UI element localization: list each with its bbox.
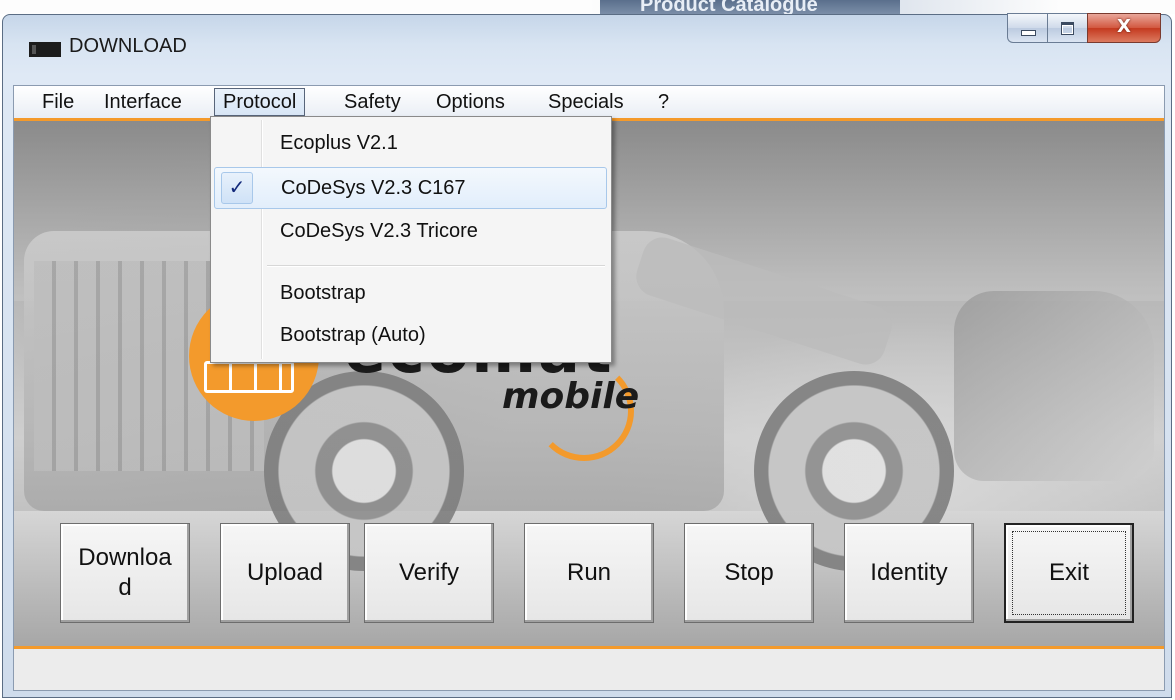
identity-button[interactable]: Identity [844,523,974,623]
verify-button-label: Verify [398,559,460,586]
logo-digits-icon [204,361,294,393]
menu-safety[interactable]: Safety [336,88,409,116]
menu-item-bootstrap[interactable]: Bootstrap [214,273,607,315]
menu-protocol[interactable]: Protocol [214,88,306,116]
close-button[interactable]: X [1087,13,1161,43]
menu-specials[interactable]: Specials [540,88,632,116]
menu-separator [267,265,605,267]
protocol-dropdown-menu: Ecoplus V2.1 ✓ CoDeSys V2.3 C167 CoDeSys… [210,116,612,363]
run-button-label: Run [566,559,612,586]
menu-item-label: CoDeSys V2.3 Tricore [280,220,478,242]
title-bar[interactable]: DOWNLOAD X [3,13,1171,81]
menu-item-label: Bootstrap [280,282,366,304]
upload-button[interactable]: Upload [220,523,350,623]
logo-mobile-text: mobile [502,376,640,417]
minimize-button[interactable] [1007,13,1047,43]
menu-file[interactable]: File [34,88,82,116]
checkmark-icon: ✓ [221,172,253,204]
menu-interface[interactable]: Interface [96,88,190,116]
run-button[interactable]: Run [524,523,654,623]
status-bar [14,646,1164,690]
menu-item-label: Ecoplus V2.1 [280,132,398,154]
exit-button[interactable]: Exit [1004,523,1134,623]
menu-item-codesys-tricore[interactable]: CoDeSys V2.3 Tricore [214,211,607,253]
menu-bar: File Interface Protocol Safety Options S… [14,86,1164,119]
focus-rectangle [1012,531,1126,615]
menu-options[interactable]: Options [428,88,513,116]
stop-button[interactable]: Stop [684,523,814,623]
close-icon: X [1117,16,1131,37]
upload-button-label: Upload [246,559,324,586]
menu-item-codesys-c167[interactable]: ✓ CoDeSys V2.3 C167 [214,167,607,209]
menu-item-label: Bootstrap (Auto) [280,324,426,346]
background-banner: Product Catalogue [600,0,900,14]
menu-item-ecoplus[interactable]: Ecoplus V2.1 [214,123,607,165]
menu-item-label: CoDeSys V2.3 C167 [281,177,466,199]
app-icon [29,42,61,57]
caption-buttons: X [1007,13,1161,47]
stop-button-label: Stop [724,559,774,586]
download-button-label: Downloa d [78,544,172,601]
menu-help[interactable]: ? [650,88,677,116]
menu-item-bootstrap-auto[interactable]: Bootstrap (Auto) [214,315,607,357]
maximize-button[interactable] [1047,13,1087,43]
download-button[interactable]: Downloa d [60,523,190,623]
verify-button[interactable]: Verify [364,523,494,623]
loader-bucket-image [954,291,1154,481]
identity-button-label: Identity [870,559,948,586]
window-title: DOWNLOAD [69,35,187,57]
